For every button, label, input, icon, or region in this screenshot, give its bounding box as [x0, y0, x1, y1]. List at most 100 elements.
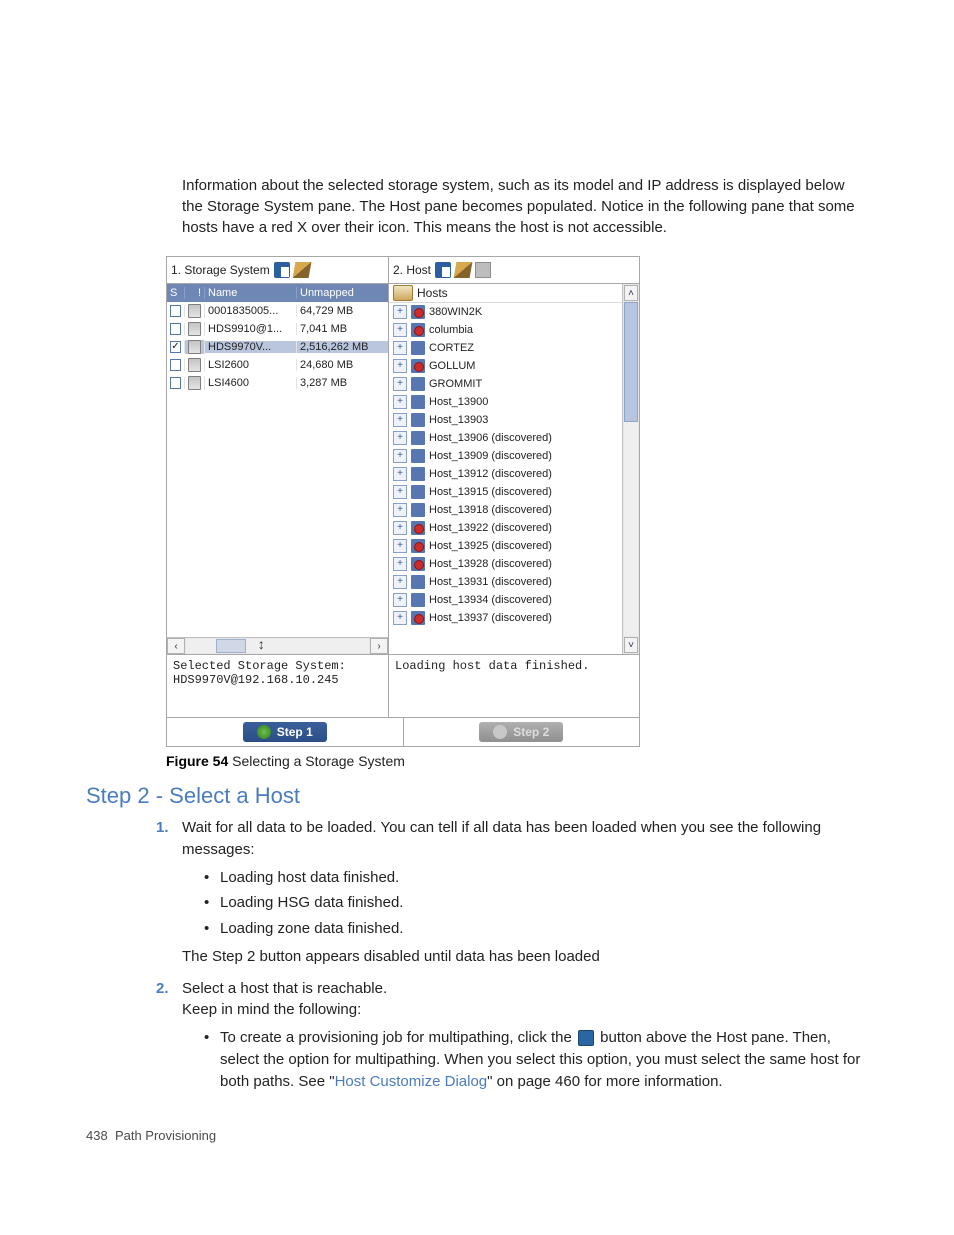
host-icon-inaccessible — [411, 611, 425, 625]
col-selected[interactable]: S — [167, 287, 185, 299]
pencil-icon[interactable] — [292, 262, 311, 278]
tree-expand-icon[interactable]: + — [393, 323, 407, 337]
tree-expand-icon[interactable]: + — [393, 359, 407, 373]
pencil-icon[interactable] — [454, 262, 473, 278]
host-label: Host_13909 (discovered) — [429, 450, 552, 462]
row-checkbox[interactable] — [170, 341, 181, 353]
host-icon — [411, 395, 425, 409]
host-item[interactable]: + Host_13928 (discovered) — [389, 555, 622, 573]
row-checkbox[interactable] — [170, 305, 181, 317]
tree-expand-icon[interactable]: + — [393, 539, 407, 553]
tree-expand-icon[interactable]: + — [393, 413, 407, 427]
host-item[interactable]: +380WIN2K — [389, 303, 622, 321]
storage-row[interactable]: 0001835005...64,729 MB — [167, 302, 388, 320]
scroll-down-button[interactable]: ˅ — [624, 637, 638, 653]
host-label: Host_13937 (discovered) — [429, 612, 552, 624]
col-name[interactable]: Name — [205, 287, 297, 299]
host-label: 380WIN2K — [429, 306, 482, 318]
horizontal-scrollbar[interactable]: ‹ › — [167, 637, 388, 654]
section-heading: Step 2 - Select a Host — [86, 783, 868, 809]
host-item[interactable]: +GROMMIT — [389, 375, 622, 393]
host-item[interactable]: +Host_13912 (discovered) — [389, 465, 622, 483]
tree-expand-icon[interactable]: + — [393, 377, 407, 391]
disk-icon — [188, 376, 201, 390]
vertical-scrollbar[interactable]: ˄ ˅ — [622, 284, 639, 654]
host-item[interactable]: +Host_13906 (discovered) — [389, 429, 622, 447]
annotation-arrow — [257, 638, 265, 654]
tree-expand-icon[interactable]: + — [393, 485, 407, 499]
host-item[interactable]: +Host_13934 (discovered) — [389, 591, 622, 609]
tree-expand-icon[interactable]: + — [393, 557, 407, 571]
host-label: columbia — [429, 324, 473, 336]
step-1-button[interactable]: Step 1 — [243, 722, 327, 742]
grid-header-row: S ! Name Unmapped — [167, 284, 388, 302]
step-item-1: Wait for all data to be loaded. You can … — [182, 817, 868, 968]
storage-row[interactable]: LSI260024,680 MB — [167, 356, 388, 374]
tree-expand-icon[interactable]: + — [393, 395, 407, 409]
host-label: Host_13915 (discovered) — [429, 486, 552, 498]
storage-row[interactable]: HDS9970V...2,516,262 MB — [167, 338, 388, 356]
bullet-item: Loading host data finished. — [204, 867, 868, 889]
host-item[interactable]: +GOLLUM — [389, 357, 622, 375]
host-item[interactable]: +Host_13918 (discovered) — [389, 501, 622, 519]
tree-expand-icon[interactable]: + — [393, 521, 407, 535]
host-item[interactable]: + Host_13922 (discovered) — [389, 519, 622, 537]
app-screenshot: 1. Storage System 2. Host S ! Name Unmap… — [166, 256, 640, 747]
host-item[interactable]: + columbia — [389, 321, 622, 339]
host-item[interactable]: +Host_13925 (discovered) — [389, 537, 622, 555]
row-checkbox[interactable] — [170, 323, 181, 335]
scroll-track[interactable] — [186, 639, 369, 653]
tree-expand-icon[interactable]: + — [393, 611, 407, 625]
storage-unmapped: 2,516,262 MB — [297, 341, 388, 353]
scroll-thumb[interactable] — [624, 302, 638, 422]
pane-1-title: 1. Storage System — [171, 263, 270, 277]
disk-icon — [188, 304, 201, 318]
step-2-button: Step 2 — [479, 722, 563, 742]
figure-caption: Figure 54 Selecting a Storage System — [166, 753, 868, 769]
scroll-thumb[interactable] — [216, 639, 246, 653]
storage-row[interactable]: HDS9910@1...7,041 MB — [167, 320, 388, 338]
tree-expand-icon[interactable]: + — [393, 449, 407, 463]
storage-name: HDS9970V... — [205, 341, 297, 353]
storage-row[interactable]: LSI46003,287 MB — [167, 374, 388, 392]
col-unmapped[interactable]: Unmapped — [297, 287, 388, 299]
multipathing-inline-icon — [578, 1030, 594, 1046]
host-label: Host_13928 (discovered) — [429, 558, 552, 570]
host-status-info: Loading host data finished. — [389, 655, 639, 717]
host-icon — [411, 467, 425, 481]
row-checkbox[interactable] — [170, 377, 181, 389]
hosts-root-label: Hosts — [417, 286, 448, 300]
host-item[interactable]: +Host_13900 — [389, 393, 622, 411]
tree-expand-icon[interactable]: + — [393, 593, 407, 607]
storage-unmapped: 64,729 MB — [297, 305, 388, 317]
host-customize-dialog-link[interactable]: Host Customize Dialog — [335, 1073, 488, 1090]
scroll-track[interactable] — [624, 302, 638, 636]
intro-paragraph: Information about the selected storage s… — [182, 175, 868, 238]
host-icon — [411, 485, 425, 499]
tree-expand-icon[interactable]: + — [393, 467, 407, 481]
tree-expand-icon[interactable]: + — [393, 305, 407, 319]
scroll-right-button[interactable]: › — [370, 638, 388, 654]
tree-expand-icon[interactable]: + — [393, 575, 407, 589]
host-item[interactable]: +CORTEZ — [389, 339, 622, 357]
col-flag[interactable]: ! — [185, 287, 205, 299]
scroll-left-button[interactable]: ‹ — [167, 638, 185, 654]
host-tree: Hosts +380WIN2K+columbia+CORTEZ+GOLLUM+G… — [389, 284, 622, 654]
host-label: Host_13922 (discovered) — [429, 522, 552, 534]
scroll-up-button[interactable]: ˄ — [624, 285, 638, 301]
tree-expand-icon[interactable]: + — [393, 503, 407, 517]
host-item[interactable]: +Host_13903 — [389, 411, 622, 429]
bullet-item: Loading HSG data finished. — [204, 892, 868, 914]
storage-grid: 0001835005...64,729 MBHDS9910@1...7,041 … — [167, 302, 388, 637]
row-checkbox[interactable] — [170, 359, 181, 371]
host-item[interactable]: + Host_13909 (discovered) — [389, 447, 622, 465]
tree-expand-icon[interactable]: + — [393, 341, 407, 355]
host-item[interactable]: + Host_13931 (discovered) — [389, 573, 622, 591]
tree-expand-icon[interactable]: + — [393, 431, 407, 445]
host-item[interactable]: + Host_13915 (discovered) — [389, 483, 622, 501]
host-item[interactable]: + Host_13937 (discovered) — [389, 609, 622, 627]
host-label: Host_13931 (discovered) — [429, 576, 552, 588]
host-icon — [411, 575, 425, 589]
host-icon-inaccessible — [411, 323, 425, 337]
multipathing-icon[interactable] — [475, 262, 491, 278]
